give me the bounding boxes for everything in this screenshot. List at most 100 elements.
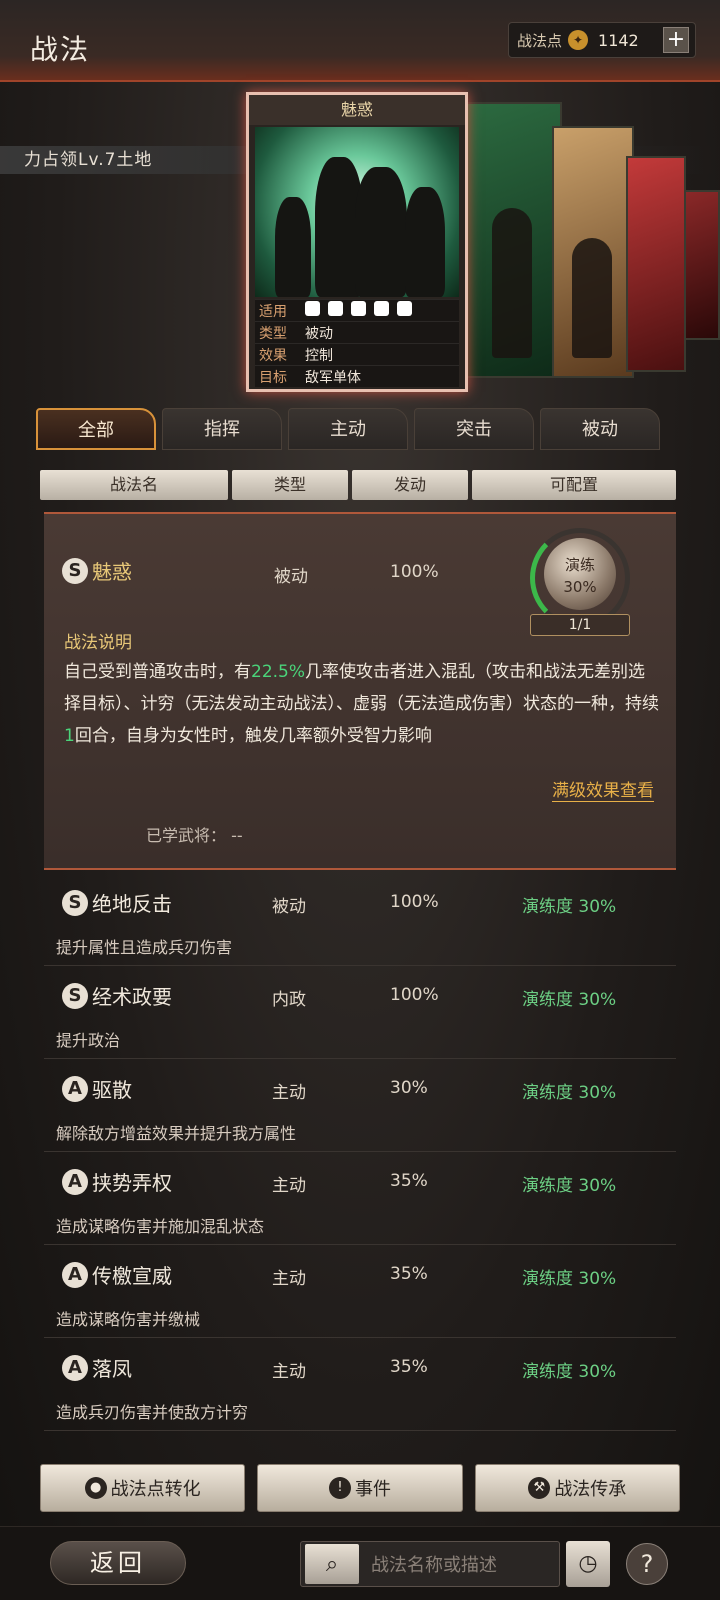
- desc-title: 战法说明: [64, 633, 132, 653]
- action-bar: ● 战法点转化 ! 事件 ⚒ 战法传承: [40, 1464, 680, 1512]
- practice-value: 30%: [563, 578, 597, 596]
- rank-badge: A: [62, 1261, 88, 1288]
- item-head: S 经术政要: [62, 981, 172, 1010]
- practice-degree: 演练度 30%: [522, 1083, 617, 1103]
- learned-generals: 已学武将： --: [146, 826, 243, 845]
- tactic-type: 被动: [274, 567, 308, 587]
- rank-badge: A: [62, 1075, 88, 1102]
- expanded-tactic[interactable]: S 魅惑 被动 100% 演练 30% 1/1 战法说明 自己受到普通攻击时，有2…: [44, 512, 676, 870]
- card-key: 效果: [259, 347, 287, 364]
- search-icon[interactable]: ⌕: [305, 1544, 359, 1584]
- practice-degree: 演练度 30%: [522, 1362, 617, 1382]
- card-key: 适用: [259, 303, 287, 320]
- card-back-1[interactable]: [460, 102, 562, 378]
- footer: 返回 ⌕ 战法名称或描述 ◷ ?: [0, 1526, 720, 1600]
- tactic-summary: 造成兵刃伤害并使敌方计穷: [56, 1403, 249, 1422]
- card-value: 被动: [305, 325, 333, 342]
- tactic-rate: 35%: [390, 1264, 428, 1284]
- col-configurable[interactable]: 可配置: [472, 470, 676, 500]
- search-placeholder: 战法名称或描述: [371, 1555, 497, 1576]
- tactic-rate: 35%: [390, 1357, 428, 1377]
- bow-icon: [351, 301, 366, 316]
- tactic-points-panel: 战法点 ✦ 1142 +: [508, 22, 696, 58]
- tactic-rate: 35%: [390, 1171, 428, 1191]
- full-level-link[interactable]: 满级效果查看: [552, 776, 654, 802]
- tab-all[interactable]: 全部: [36, 408, 156, 450]
- card-back-2[interactable]: [552, 126, 634, 378]
- tactic-name: 绝地反击: [92, 892, 172, 916]
- tactic-type: 主动: [272, 1362, 306, 1382]
- column-header: 战法名 类型 发动 可配置: [40, 470, 680, 500]
- item-head: A 落凤: [62, 1353, 132, 1382]
- wheel-icon: [397, 301, 412, 316]
- rank-badge: A: [62, 1354, 88, 1381]
- cavalry-icon: [305, 301, 320, 316]
- tactic-list-item[interactable]: A 挟势弄权 主动 35% 演练度 30% 造成谋略伤害并施加混乱状态: [44, 1155, 676, 1245]
- practice-degree: 演练度 30%: [522, 897, 617, 917]
- points-label: 战法点: [517, 31, 563, 50]
- tab-passive[interactable]: 被动: [540, 408, 660, 450]
- tactic-name: 落凤: [92, 1357, 132, 1381]
- tactic-list-item[interactable]: A 传檄宣威 主动 35% 演练度 30% 造成谋略伤害并缴械: [44, 1248, 676, 1338]
- item-head: S 绝地反击: [62, 888, 172, 917]
- item-head: A 传檄宣威: [62, 1260, 172, 1289]
- tab-assault[interactable]: 突击: [414, 408, 534, 450]
- card-back-3[interactable]: [626, 156, 686, 372]
- tactic-name: 驱散: [92, 1078, 132, 1102]
- tactic-summary: 造成谋略伤害并施加混乱状态: [56, 1217, 265, 1236]
- add-points-button[interactable]: +: [663, 27, 689, 53]
- card-value: 敌军单体: [305, 369, 361, 386]
- tactic-summary: 提升政治: [56, 1031, 121, 1050]
- tactic-card[interactable]: 魅惑 适用 类型 被动 效果 控制 目标 敌军单体: [246, 92, 468, 392]
- tactic-name: 经术政要: [92, 985, 172, 1009]
- tactic-type: 内政: [272, 990, 306, 1010]
- practice-degree: 演练度 30%: [522, 1176, 617, 1196]
- tab-command[interactable]: 指挥: [162, 408, 282, 450]
- tab-active[interactable]: 主动: [288, 408, 408, 450]
- tactic-type: 主动: [272, 1083, 306, 1103]
- unit-type-icons: [305, 301, 420, 320]
- tactic-description: 自己受到普通攻击时，有22.5%几率使攻击者进入混乱（攻击和战法无差别选择目标）…: [64, 662, 659, 746]
- event-button[interactable]: ! 事件: [257, 1464, 463, 1512]
- card-key: 目标: [259, 369, 287, 386]
- practice-label: 演练: [564, 556, 595, 574]
- tactic-list-item[interactable]: S 经术政要 内政 100% 演练度 30% 提升政治: [44, 969, 676, 1059]
- tactic-name: 挟势弄权: [92, 1171, 172, 1195]
- tactic-type: 主动: [272, 1176, 306, 1196]
- rank-badge: S: [62, 982, 88, 1009]
- col-trigger[interactable]: 发动: [352, 470, 468, 500]
- page-title: 战法: [30, 33, 91, 66]
- hammer-icon: ⚒: [528, 1477, 551, 1499]
- practice-meter[interactable]: 演练 30% 1/1: [530, 528, 630, 636]
- alert-icon: !: [328, 1477, 351, 1499]
- tactic-list-item[interactable]: A 驱散 主动 30% 演练度 30% 解除敌方增益效果并提升我方属性: [44, 1062, 676, 1152]
- inherit-button[interactable]: ⚒ 战法传承: [474, 1464, 680, 1512]
- tactic-rate: 100%: [390, 985, 439, 1005]
- practice-ball: 演练 30%: [544, 538, 616, 610]
- drop-icon: ●: [84, 1477, 107, 1499]
- tactic-name: 魅惑: [92, 560, 132, 584]
- tactic-list-item[interactable]: A 落凤 主动 35% 演练度 30% 造成兵刃伤害并使敌方计穷: [44, 1341, 676, 1431]
- expanded-head: S 魅惑: [62, 556, 132, 585]
- card-title: 魅惑: [249, 95, 465, 125]
- search-box[interactable]: ⌕ 战法名称或描述: [300, 1541, 560, 1587]
- back-button[interactable]: 返回: [50, 1541, 186, 1585]
- tactic-list-item[interactable]: S 绝地反击 被动 100% 演练度 30% 提升属性且造成兵刃伤害: [44, 876, 676, 966]
- help-button[interactable]: ?: [626, 1543, 668, 1585]
- practice-degree: 演练度 30%: [522, 990, 617, 1010]
- points-value: 1142: [598, 30, 639, 50]
- tactic-rate: 100%: [390, 892, 439, 912]
- history-clock-icon[interactable]: ◷: [566, 1541, 610, 1587]
- item-head: A 驱散: [62, 1074, 132, 1103]
- convert-points-button[interactable]: ● 战法点转化: [40, 1464, 246, 1512]
- card-value: 控制: [305, 347, 333, 364]
- practice-degree: 演练度 30%: [522, 1269, 617, 1289]
- card-art: [255, 127, 459, 297]
- practice-count: 1/1: [530, 614, 630, 636]
- tactic-rate: 30%: [390, 1078, 428, 1098]
- shield-icon: [328, 301, 343, 316]
- col-name[interactable]: 战法名: [40, 470, 228, 500]
- col-type[interactable]: 类型: [232, 470, 348, 500]
- card-back-4[interactable]: [684, 190, 720, 340]
- tactic-summary: 造成谋略伤害并缴械: [56, 1310, 201, 1329]
